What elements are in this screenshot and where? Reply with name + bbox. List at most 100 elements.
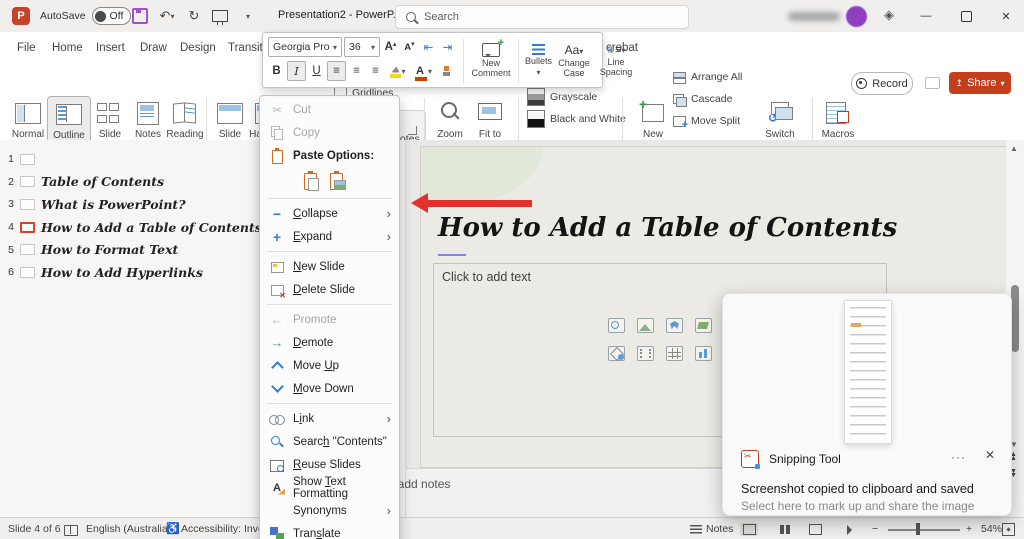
slide-icon[interactable] — [20, 222, 35, 233]
paste-options-row-menu-item[interactable]: › — [260, 167, 399, 195]
scroll-up-icon[interactable]: ▲ — [1010, 144, 1018, 153]
spellcheck-book-icon[interactable] — [64, 525, 78, 536]
slide-icon[interactable] — [20, 176, 35, 187]
insert-video-icon[interactable] — [637, 346, 654, 361]
autosave-toggle[interactable]: AutoSave Off — [40, 7, 131, 25]
promote-menu-item[interactable]: Promote › — [260, 308, 399, 331]
insert-table-icon[interactable] — [666, 346, 683, 361]
align-right-button[interactable]: ≡ — [367, 62, 384, 80]
tab-insert[interactable]: Insert — [96, 42, 125, 54]
search-contents-menu-item[interactable]: Search "Contents" › — [260, 430, 399, 453]
insert-icons-icon[interactable] — [666, 318, 683, 333]
language-indicator[interactable]: English (Australia) — [86, 523, 171, 535]
reading-view-status-button[interactable] — [806, 523, 824, 536]
slide-icon[interactable] — [20, 199, 35, 210]
tab-home[interactable]: Home — [52, 42, 83, 54]
notification-close-button[interactable]: ✕ — [985, 448, 995, 462]
notes-toggle[interactable]: Notes — [690, 523, 733, 535]
zoom-out-button[interactable]: − — [872, 523, 878, 535]
collapse-menu-item[interactable]: Collapse › — [260, 202, 399, 225]
record-button[interactable]: Record — [851, 72, 913, 95]
font-color-button[interactable]: A▾ — [412, 62, 436, 80]
start-slideshow-button[interactable] — [210, 6, 230, 26]
normal-view-status-button[interactable] — [740, 523, 758, 536]
decrease-indent-icon[interactable]: ⇤ — [420, 38, 437, 56]
zoom-slider-thumb[interactable] — [916, 523, 920, 535]
underline-button[interactable]: U — [308, 62, 325, 80]
undo-button[interactable]: ↶▾ — [154, 6, 180, 26]
context-menu-item[interactable]: › — [267, 403, 392, 404]
tab-draw[interactable]: Draw — [140, 42, 167, 54]
move-split-button[interactable]: Move Split — [672, 112, 740, 130]
paste-options-menu-item[interactable]: Paste Options: › — [260, 144, 399, 167]
zoom-slider[interactable] — [888, 529, 960, 531]
link-menu-item[interactable]: Link › — [260, 407, 399, 430]
new-slide-menu-item[interactable]: New Slide › — [260, 255, 399, 278]
redo-button[interactable]: ↻ — [184, 6, 204, 26]
avatar[interactable] — [846, 6, 867, 27]
context-menu-item[interactable]: › — [267, 304, 392, 305]
autosave-pill[interactable]: Off — [92, 7, 132, 25]
show-text-formatting-menu-item[interactable]: Show Text Formatting › — [260, 476, 399, 499]
black-and-white-button[interactable]: Black and White — [527, 110, 626, 128]
font-name-select[interactable]: Georgia Pro Ser▾ — [268, 37, 342, 57]
slide-title-text[interactable]: How to Add a Table of Contents — [41, 220, 262, 235]
slide-title-text[interactable]: Table of Contents — [41, 174, 164, 189]
comments-icon[interactable] — [925, 77, 940, 89]
premium-diamond-icon[interactable]: ◈ — [884, 7, 894, 23]
slide-sorter-status-button[interactable] — [776, 523, 794, 536]
minimize-button[interactable]: — — [906, 0, 946, 32]
cascade-button[interactable]: Cascade — [672, 90, 732, 108]
tab-file[interactable]: File — [17, 42, 36, 54]
highlighter-button[interactable]: ▾ — [386, 62, 410, 80]
synonyms-menu-item[interactable]: Synonyms › — [260, 499, 399, 522]
context-menu-item[interactable]: › — [267, 198, 392, 199]
move-down-menu-item[interactable]: Move Down › — [260, 377, 399, 400]
shrink-font-button[interactable]: A▾ — [401, 38, 418, 56]
insert-picture-icon[interactable] — [637, 318, 654, 333]
insert-3d-model-icon[interactable] — [608, 346, 625, 361]
slide-title-text[interactable]: How to Format Text — [41, 242, 178, 257]
cut-menu-item[interactable]: Cut › — [260, 98, 399, 121]
slideshow-status-button[interactable] — [840, 523, 858, 536]
translate-menu-item[interactable]: Translate › — [260, 522, 399, 539]
slide-title-text[interactable]: How to Add Hyperlinks — [41, 265, 203, 280]
new-comment-button[interactable]: New Comment — [470, 43, 512, 79]
copy-menu-item[interactable]: Copy › — [260, 121, 399, 144]
reuse-slides-menu-item[interactable]: Reuse Slides › — [260, 453, 399, 476]
powerpoint-logo-icon[interactable]: P — [12, 7, 30, 25]
slide-icon[interactable] — [20, 154, 35, 165]
increase-indent-icon[interactable]: ⇥ — [439, 38, 456, 56]
change-case-button[interactable]: Aa▾Change Case — [554, 44, 594, 79]
tab-design[interactable]: Design — [180, 42, 216, 54]
fit-slide-to-window-icon[interactable] — [1002, 523, 1015, 536]
insert-smartart-icon[interactable] — [695, 318, 712, 333]
zoom-level[interactable]: 54% — [981, 523, 1002, 535]
quick-access-overflow-button[interactable]: ▾ — [238, 6, 258, 26]
line-spacing-button[interactable]: ≡▾Line Spacing — [596, 44, 636, 78]
slide-title[interactable]: How to Add a Table of Contents — [438, 213, 897, 243]
screenshot-thumbnail[interactable] — [844, 300, 892, 444]
slide-icon[interactable] — [20, 267, 35, 278]
slide-indicator[interactable]: Slide 4 of 6 — [8, 523, 61, 535]
paste-as-picture-button[interactable] — [327, 171, 347, 191]
grow-font-button[interactable]: A▴ — [382, 38, 399, 56]
stock-images-icon[interactable] — [608, 318, 625, 333]
arrange-all-button[interactable]: Arrange All — [672, 68, 742, 86]
save-button[interactable] — [130, 6, 150, 26]
close-button[interactable]: ✕ — [986, 0, 1024, 32]
italic-button[interactable]: I — [287, 61, 306, 81]
scrollbar-thumb[interactable] — [1011, 285, 1019, 352]
placeholder-text[interactable]: Click to add text — [442, 270, 531, 284]
slide-title-text[interactable]: What is PowerPoint? — [41, 197, 186, 212]
align-left-button[interactable]: ≡ — [327, 61, 346, 81]
maximize-button[interactable] — [946, 0, 986, 32]
show-dialog-launcher-icon[interactable] — [408, 126, 417, 135]
bullets-button[interactable]: Bullets▾ — [525, 44, 552, 78]
zoom-in-button[interactable]: + — [966, 523, 972, 535]
search-box[interactable]: Search — [395, 5, 689, 29]
font-size-select[interactable]: 36▾ — [344, 37, 380, 57]
snipping-tool-notification[interactable]: Snipping Tool ··· ✕ Screenshot copied to… — [722, 293, 1012, 516]
grayscale-button[interactable]: Grayscale — [527, 88, 597, 106]
delete-slide-menu-item[interactable]: Delete Slide › — [260, 278, 399, 301]
